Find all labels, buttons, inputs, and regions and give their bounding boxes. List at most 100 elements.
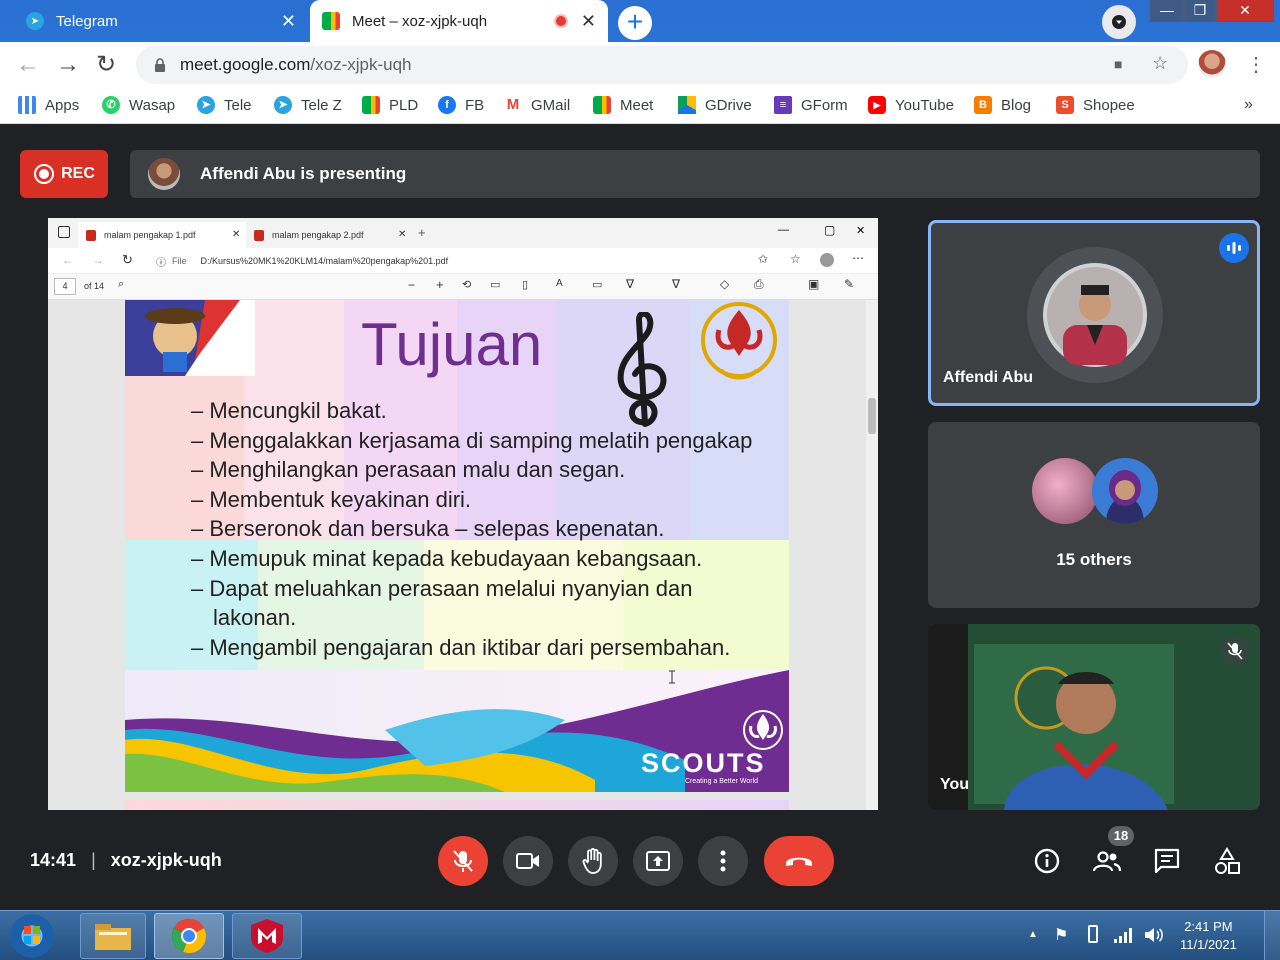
participant-tile-others[interactable]: 15 others (928, 422, 1260, 608)
tab-meet[interactable]: Meet – xoz-xjpk-uqh ✕ (310, 0, 608, 42)
reload-icon[interactable]: ↻ (122, 252, 133, 268)
bookmark-meet[interactable]: Meet (593, 96, 653, 114)
close-tab-icon[interactable]: ✕ (232, 229, 240, 240)
erase-icon[interactable]: ◇ (720, 277, 729, 291)
profile-avatar[interactable] (1198, 50, 1226, 78)
bookmark-blog[interactable]: B Blog (974, 96, 1031, 114)
reload-icon[interactable]: ↻ (96, 52, 116, 78)
close-tab-icon[interactable]: ✕ (581, 11, 596, 32)
participant-name: Affendi Abu (943, 369, 1034, 386)
print-icon[interactable]: ⎙ (754, 277, 764, 292)
read-aloud-icon[interactable]: A (556, 278, 563, 289)
start-button[interactable] (6, 913, 58, 959)
bookmark-youtube[interactable]: ▶ YouTube (868, 96, 954, 114)
zoom-out-icon[interactable]: − (408, 278, 415, 292)
record-icon (34, 164, 55, 184)
new-tab-button[interactable]: + (618, 6, 652, 40)
pdf-tab-2[interactable]: malam pengakap 2.pdf ✕ (246, 222, 412, 248)
more-icon[interactable]: ⋯ (852, 251, 864, 265)
bookmark-shopee[interactable]: S Shopee (1056, 96, 1135, 114)
bookmark-wasap[interactable]: ✆ Wasap (102, 96, 175, 114)
raise-hand-button[interactable] (568, 836, 618, 886)
taskbar-chrome[interactable] (154, 913, 224, 959)
back-arrow-icon[interactable]: ← (62, 253, 74, 267)
close-window-button[interactable]: ✕ (1216, 0, 1274, 22)
activities-button[interactable] (1212, 846, 1242, 876)
system-clock[interactable]: 2:41 PM 11/1/2021 (1180, 918, 1237, 954)
tab-search-button[interactable] (1102, 5, 1136, 39)
hand-icon (582, 848, 602, 874)
maximize-button[interactable]: ❐ (1184, 0, 1216, 22)
draw-icon[interactable]: ∇ (626, 277, 634, 291)
bookmark-gdrive[interactable]: GDrive (678, 96, 752, 114)
other-participant-avatar (1032, 458, 1098, 524)
tray-flag-icon[interactable]: ⚑ (1054, 925, 1068, 945)
mic-toggle-button[interactable] (438, 836, 488, 886)
youtube-icon: ▶ (868, 96, 886, 114)
battery-icon[interactable] (1088, 925, 1098, 943)
search-icon[interactable]: ⌕ (118, 278, 124, 291)
close-tab-icon[interactable]: ✕ (281, 11, 296, 32)
pdf-page-area[interactable]: Tujuan Mencungkil bakat. Menggalakkan ke… (48, 300, 866, 810)
favorite-star-icon[interactable]: ☆ (790, 252, 801, 266)
bookmark-star-icon[interactable]: ☆ (1152, 53, 1168, 74)
meeting-details-button[interactable] (1032, 846, 1062, 876)
page-number-input[interactable]: 4 (54, 278, 76, 295)
more-options-button[interactable] (698, 836, 748, 886)
tray-expand-icon[interactable]: ▲ (1028, 929, 1038, 940)
fit-page-icon[interactable]: ▭ (490, 278, 500, 291)
camera-toggle-button[interactable] (503, 836, 553, 886)
page-view-icon[interactable]: ▯ (522, 278, 528, 291)
bookmark-gmail[interactable]: M GMail (504, 96, 570, 114)
minimize-button[interactable]: — (1150, 0, 1184, 22)
back-arrow-icon[interactable]: ← (16, 52, 40, 78)
minimize-button[interactable]: — (778, 224, 789, 236)
bookmark-tele-z[interactable]: ➤ Tele Z (274, 96, 342, 114)
taskbar-explorer[interactable] (80, 913, 146, 959)
people-button[interactable] (1092, 846, 1122, 876)
rotate-icon[interactable]: ⟲ (462, 278, 471, 291)
forward-arrow-icon[interactable]: → (92, 253, 104, 267)
tab-actions-icon[interactable] (58, 226, 70, 238)
windows-logo-icon (24, 926, 40, 944)
signal-icon[interactable] (1114, 927, 1134, 943)
close-window-button[interactable]: ✕ (856, 224, 865, 237)
save-icon[interactable]: ▣ (808, 277, 819, 291)
camera-blocked-icon[interactable]: ■ (1114, 56, 1122, 72)
reader-icon[interactable]: ✩ (758, 252, 768, 266)
taskbar-mcafee[interactable] (232, 913, 302, 959)
menu-kebab-icon[interactable]: ⋮ (1246, 52, 1266, 77)
pdf-scrollbar-thumb[interactable] (868, 398, 876, 434)
scouts-brand-text: SCOUTS (641, 748, 766, 778)
address-bar[interactable]: meet.google.com/xoz-xjpk-uqh ■ ☆ (136, 46, 1188, 84)
show-desktop-button[interactable] (1264, 911, 1280, 960)
bookmark-fb[interactable]: f FB (438, 96, 484, 114)
bookmarks-more-button[interactable]: » (1244, 96, 1253, 114)
pdf-scrollbar[interactable] (866, 300, 878, 810)
participant-tile-self[interactable]: You (928, 624, 1260, 810)
forward-arrow-icon[interactable]: → (56, 52, 80, 78)
new-tab-icon[interactable]: + (418, 225, 426, 240)
participant-tile-presenter[interactable]: Affendi Abu (928, 220, 1260, 406)
pdf-tab-1[interactable]: malam pengakap 1.pdf ✕ (78, 222, 246, 248)
maximize-button[interactable]: ▢ (824, 223, 835, 237)
text-icon[interactable]: ▭ (592, 278, 602, 291)
volume-icon[interactable] (1144, 926, 1164, 944)
system-time: 2:41 PM (1184, 919, 1233, 934)
leave-call-button[interactable] (764, 836, 834, 886)
bookmark-gform[interactable]: ≡ GForm (774, 96, 848, 114)
tab-telegram[interactable]: ➤ Telegram ✕ (14, 0, 308, 42)
profile-avatar[interactable] (820, 253, 834, 267)
close-tab-icon[interactable]: ✕ (398, 229, 406, 240)
list-item: Memupuk minat kepada kebudayaan kebangsa… (191, 544, 781, 574)
pin-icon[interactable]: ✎ (844, 277, 854, 291)
present-now-button[interactable] (633, 836, 683, 886)
zoom-in-icon[interactable]: + (436, 277, 444, 292)
highlight-icon[interactable]: ∇ (672, 277, 680, 291)
bookmark-apps[interactable]: Apps (18, 96, 79, 114)
recording-badge[interactable]: REC (20, 150, 108, 198)
bookmark-tele[interactable]: ➤ Tele (197, 96, 252, 114)
pdf-url-field[interactable]: ⓘ File D:/Kursus%20MK1%20KLM14/malam%20p… (156, 252, 476, 270)
chat-button[interactable] (1152, 846, 1182, 876)
bookmark-pld[interactable]: PLD (362, 96, 418, 114)
